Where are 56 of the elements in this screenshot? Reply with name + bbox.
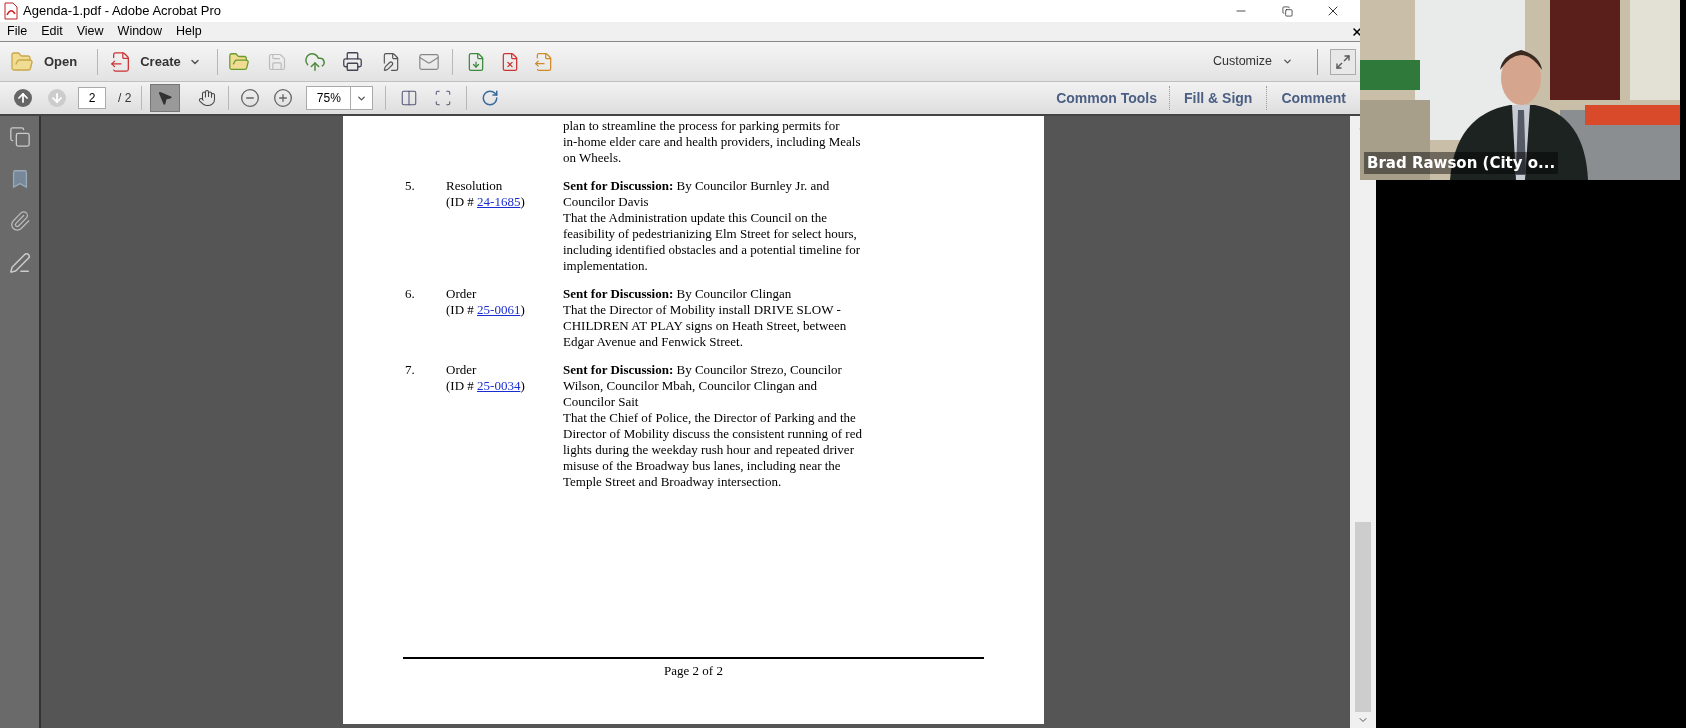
print-icon <box>342 51 364 72</box>
page-number-field[interactable]: 2 <box>78 87 106 109</box>
restore-icon <box>1281 5 1293 17</box>
item-number: 7. <box>405 362 416 378</box>
expand-button[interactable] <box>1330 48 1356 75</box>
pane-tab[interactable]: Fill & Sign <box>1170 87 1267 109</box>
menu-item[interactable]: Window <box>110 22 170 41</box>
item-number: 6. <box>405 286 416 302</box>
item-type: Order <box>446 286 477 302</box>
id-link[interactable]: 25-0034 <box>477 378 521 393</box>
item-id: (ID # 24-1685) <box>446 194 525 210</box>
scrollbar-thumb[interactable] <box>1355 522 1371 712</box>
menu-item[interactable]: Edit <box>34 22 70 41</box>
caret-icon <box>1282 56 1293 67</box>
item-description: Sent for Discussion: By Councilor Burnley Jr. and Councilor Davis That the Administration update this Council on the feasibility of pedestrianizing Elm Street for select hours, including identified obstacles and a potential timeline for implementation. <box>563 178 861 274</box>
select-tool-button[interactable] <box>150 84 181 112</box>
continued-description: plan to streamline the process for parking permits for in-home elder care and health providers, including Meals on Wheels. <box>563 118 861 166</box>
item-type: Resolution <box>446 178 503 194</box>
select-tool-icon <box>157 90 174 106</box>
menu-item[interactable]: Help <box>169 22 209 41</box>
fit-page-icon <box>434 89 453 107</box>
menu-item[interactable]: View <box>69 22 111 41</box>
pane-tab[interactable]: Comment <box>1267 87 1360 109</box>
participant-name: Brad Rawson (City o... <box>1364 151 1559 174</box>
item-description: Sent for Discussion: By Councilor Clingan That the Director of Mobility install DRIVE SLOW - CHILDREN AT PLAY signs on Heath Street, between Edgar Avenue and Fenwick Street. <box>563 286 847 350</box>
folder-icon <box>10 49 34 74</box>
fit-width-icon <box>400 89 419 107</box>
cloud-upload-icon <box>303 50 326 73</box>
page-footer: Page 2 of 2 <box>664 663 723 679</box>
pages-icon[interactable] <box>8 126 31 148</box>
hand-tool-icon <box>198 89 217 107</box>
close-icon[interactable] <box>1351 25 1363 38</box>
zoom-in-icon <box>273 88 294 108</box>
item-id: (ID # 25-0061) <box>446 302 525 318</box>
paperclip-icon[interactable] <box>8 210 31 232</box>
zoom-out-icon <box>240 88 261 108</box>
create-button[interactable]: Create <box>110 46 201 77</box>
item-description: Sent for Discussion: By Councilor Strezo, Councilor Wilson, Councilor Mbah, Councilor Clingan and Councilor Sait That the Chief of Police, the Director of Parking and the Director of Mobility discuss the consistent running of red lights during the weekday rush hour and repeated driver misuse of the Broadway bus lanes, including near the Temple Street and Broadway intersection. <box>563 362 862 490</box>
open-button[interactable]: Open <box>8 46 80 77</box>
item-number: 5. <box>405 178 416 194</box>
id-link[interactable]: 25-0061 <box>477 302 521 317</box>
expand-icon <box>1335 53 1351 70</box>
window-title: Agenda-1.pdf - Adobe Acrobat Pro <box>23 2 222 21</box>
previous-page-icon <box>14 89 32 107</box>
item-id: (ID # 25-0034) <box>446 378 525 394</box>
signature-icon[interactable] <box>8 252 31 274</box>
id-link[interactable]: 24-1685 <box>477 194 521 209</box>
menu-item[interactable]: File <box>0 22 35 41</box>
zoom-field[interactable]: 75% <box>306 86 374 110</box>
customize-button[interactable]: Customize <box>1212 52 1293 71</box>
pane-tab[interactable]: Common Tools <box>1056 87 1169 109</box>
rotate-icon <box>481 89 500 107</box>
item-type: Order <box>446 362 477 378</box>
next-page-icon <box>48 89 66 107</box>
folder-icon <box>227 50 250 73</box>
page-count: / 2 <box>118 90 132 107</box>
